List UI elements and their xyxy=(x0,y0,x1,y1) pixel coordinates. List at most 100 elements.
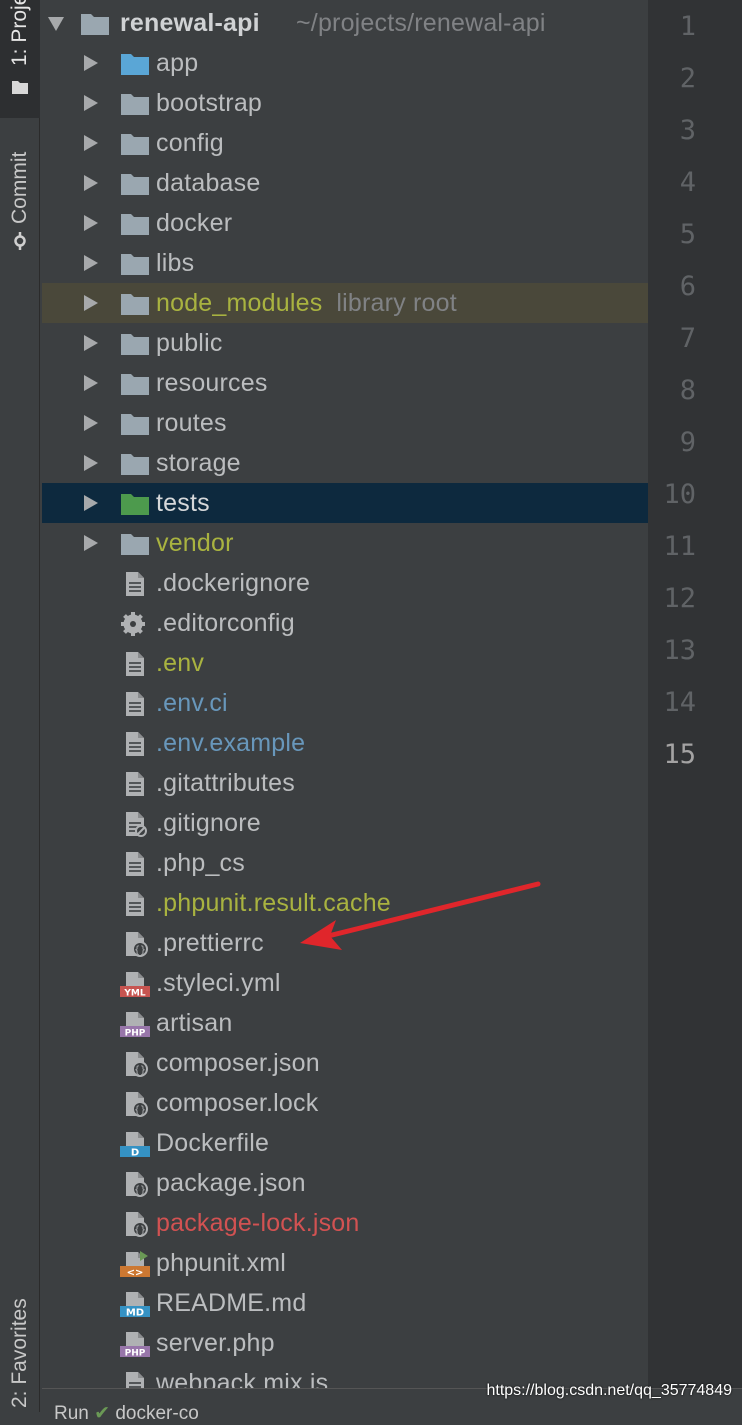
tree-folder-row[interactable]: tests xyxy=(42,483,648,523)
line-number: 6 xyxy=(679,271,696,302)
svg-text:{}: {} xyxy=(134,1185,146,1196)
expand-arrow-icon[interactable] xyxy=(84,55,98,71)
line-number: 5 xyxy=(679,219,696,250)
favorites-tool-button[interactable]: 2: Favorites xyxy=(0,1290,40,1412)
tree-file-row[interactable]: YML .styleci.yml xyxy=(42,963,648,1003)
tree-item-label: artisan xyxy=(156,1009,233,1037)
tree-folder-row[interactable]: resources xyxy=(42,363,648,403)
tree-file-row[interactable]: {} .prettierrc xyxy=(42,923,648,963)
tree-file-row[interactable]: .dockerignore xyxy=(42,563,648,603)
tree-item-label: package.json xyxy=(156,1169,306,1197)
expand-arrow-icon[interactable] xyxy=(84,135,98,151)
tree-file-row[interactable]: <> phpunit.xml xyxy=(42,1243,648,1283)
tree-item-label: README.md xyxy=(156,1289,307,1317)
expand-arrow-icon[interactable] xyxy=(84,175,98,191)
line-number: 15 xyxy=(663,739,696,770)
tree-item-label: app xyxy=(156,49,199,77)
tree-item-label: .phpunit.result.cache xyxy=(156,889,391,917)
expand-arrow-icon[interactable] xyxy=(84,455,98,471)
tree-item-label: composer.lock xyxy=(156,1089,319,1117)
tree-item-label: config xyxy=(156,129,224,157)
file-icon xyxy=(126,692,144,716)
folder-icon xyxy=(121,334,149,355)
tree-file-row[interactable]: .gitignore xyxy=(42,803,648,843)
tree-folder-row[interactable]: vendor xyxy=(42,523,648,563)
tree-folder-row[interactable]: public xyxy=(42,323,648,363)
folder-icon xyxy=(121,494,149,515)
tree-item-label: .env.ci xyxy=(156,689,228,717)
line-number: 1 xyxy=(679,11,696,42)
folder-icon xyxy=(121,214,149,235)
expand-arrow-icon[interactable] xyxy=(84,495,98,511)
folder-icon xyxy=(121,254,149,275)
folder-icon xyxy=(121,294,149,315)
tree-file-row[interactable]: {} package.json xyxy=(42,1163,648,1203)
svg-text:<>: <> xyxy=(127,1268,144,1278)
tree-file-row[interactable]: .php_cs xyxy=(42,843,648,883)
tool-window-strip: 1: Project Commit 2: Favorites xyxy=(0,0,40,1412)
tree-folder-row[interactable]: libs xyxy=(42,243,648,283)
tree-file-row[interactable]: .editorconfig xyxy=(42,603,648,643)
expand-arrow-icon[interactable] xyxy=(84,335,98,351)
project-tree[interactable]: renewal-api ~/projects/renewal-api app b… xyxy=(42,0,648,1388)
tree-item-label: routes xyxy=(156,409,227,437)
tree-item-label: .gitattributes xyxy=(156,769,295,797)
tree-file-row[interactable]: {} composer.json xyxy=(42,1043,648,1083)
watermark: https://blog.csdn.net/qq_35774849 xyxy=(486,1382,732,1399)
tree-item-label: .env xyxy=(156,649,205,677)
tree-file-row[interactable]: MD README.md xyxy=(42,1283,648,1323)
run-tab[interactable]: Run ✔ docker-co xyxy=(54,1402,199,1425)
tree-file-row[interactable]: D Dockerfile xyxy=(42,1123,648,1163)
svg-text:MD: MD xyxy=(126,1308,144,1318)
line-number: 13 xyxy=(663,635,696,666)
tree-file-row[interactable]: .env xyxy=(42,643,648,683)
tree-item-label: node_modules xyxy=(156,289,323,317)
expand-arrow-icon[interactable] xyxy=(84,535,98,551)
tree-file-row[interactable]: {} package-lock.json xyxy=(42,1203,648,1243)
tree-item-label: public xyxy=(156,329,223,357)
tree-folder-row[interactable]: routes xyxy=(42,403,648,443)
tree-file-row[interactable]: .env.ci xyxy=(42,683,648,723)
tree-file-row[interactable]: PHP server.php xyxy=(42,1323,648,1363)
folder-icon xyxy=(121,534,149,555)
expand-arrow-icon[interactable] xyxy=(84,295,98,311)
tree-folder-row[interactable]: node_modules library root xyxy=(42,283,648,323)
svg-text:PHP: PHP xyxy=(125,1349,146,1358)
library-root-hint: library root xyxy=(336,289,457,317)
tree-item-label: resources xyxy=(156,369,268,397)
tree-file-row[interactable]: .phpunit.result.cache xyxy=(42,883,648,923)
folder-icon xyxy=(81,14,109,35)
tree-folder-row[interactable]: bootstrap xyxy=(42,83,648,123)
project-tool-button[interactable]: 1: Project xyxy=(0,0,40,118)
tree-folder-row[interactable]: docker xyxy=(42,203,648,243)
expand-arrow-icon[interactable] xyxy=(84,255,98,271)
commit-tool-button[interactable]: Commit xyxy=(0,128,40,258)
collapse-arrow-icon[interactable] xyxy=(48,17,64,31)
folder-icon xyxy=(121,414,149,435)
root-folder-path: ~/projects/renewal-api xyxy=(296,9,546,37)
tree-item-label: .gitignore xyxy=(156,809,261,837)
expand-arrow-icon[interactable] xyxy=(84,415,98,431)
tree-root-row[interactable]: renewal-api ~/projects/renewal-api xyxy=(42,3,648,43)
expand-arrow-icon[interactable] xyxy=(84,95,98,111)
svg-text:D: D xyxy=(131,1148,139,1158)
tree-folder-row[interactable]: database xyxy=(42,163,648,203)
svg-text:{}: {} xyxy=(134,945,146,956)
tree-folder-row[interactable]: config xyxy=(42,123,648,163)
tree-item-label: docker xyxy=(156,209,233,237)
tree-folder-row[interactable]: storage xyxy=(42,443,648,483)
expand-arrow-icon[interactable] xyxy=(84,375,98,391)
tree-item-label: .env.example xyxy=(156,729,306,757)
tree-file-row[interactable]: .gitattributes xyxy=(42,763,648,803)
folder-icon xyxy=(121,174,149,195)
tree-item-label: bootstrap xyxy=(156,89,263,117)
tree-item-label: .styleci.yml xyxy=(156,969,281,997)
svg-text:PHP: PHP xyxy=(125,1029,146,1038)
svg-text:{}: {} xyxy=(134,1105,146,1116)
tree-file-row[interactable]: {} composer.lock xyxy=(42,1083,648,1123)
tree-file-row[interactable]: .env.example xyxy=(42,723,648,763)
expand-arrow-icon[interactable] xyxy=(84,215,98,231)
tree-folder-row[interactable]: app xyxy=(42,43,648,83)
tree-file-row[interactable]: PHP artisan xyxy=(42,1003,648,1043)
project-tool-label: 1: Project xyxy=(8,0,31,66)
